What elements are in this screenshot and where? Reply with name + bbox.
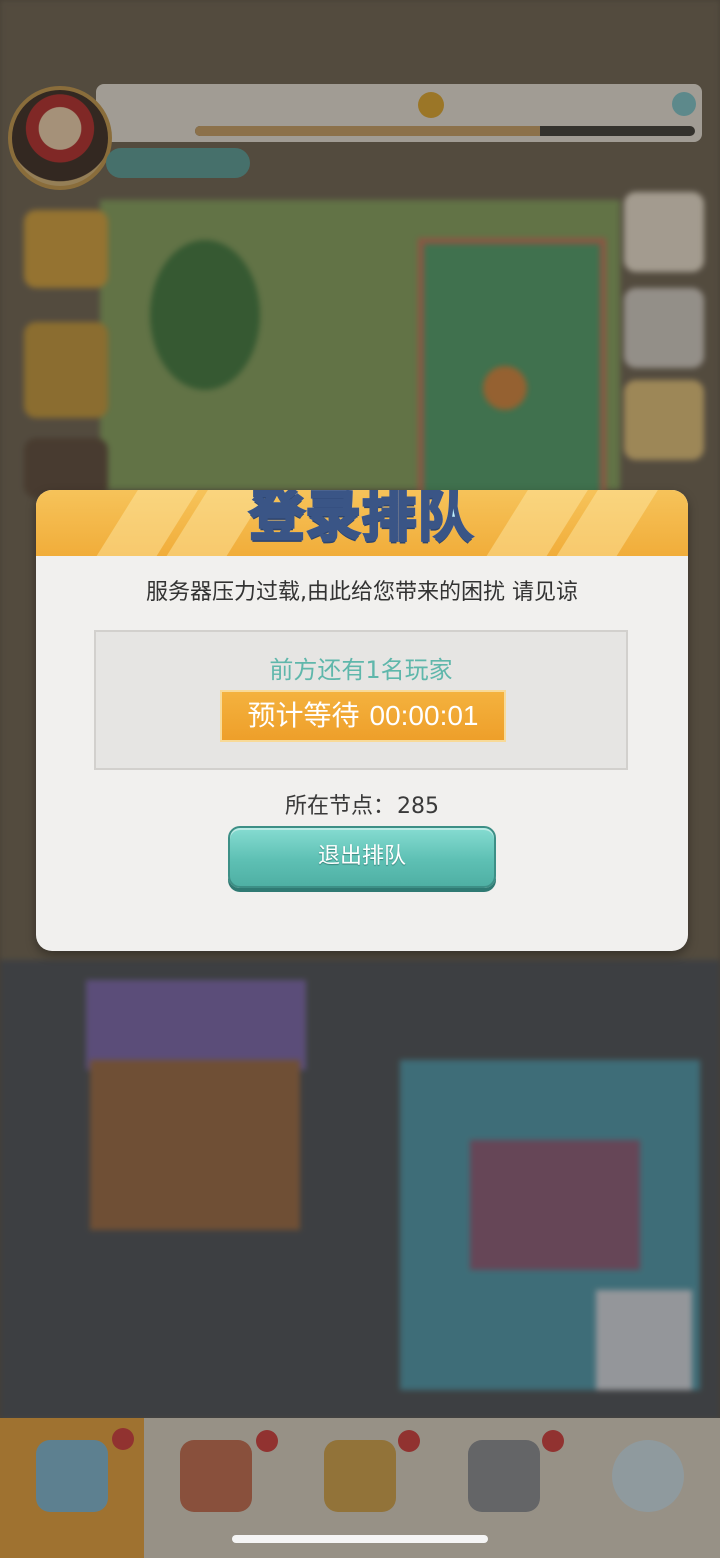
estimated-wait: 预计等待 00:00:01 bbox=[222, 692, 504, 740]
login-queue-dialog: 登录排队 服务器压力过载,由此给您带来的困扰 请见谅 前方还有1名玩家 预计等待… bbox=[36, 490, 688, 951]
queue-ahead-text: 前方还有1名玩家 bbox=[269, 656, 453, 684]
exit-queue-button[interactable]: 退出排队 bbox=[228, 826, 496, 888]
node-label: 所在节点： bbox=[284, 794, 395, 819]
dialog-message: 服务器压力过载,由此给您带来的困扰 请见谅 bbox=[146, 580, 578, 605]
dialog-title: 登录排队 bbox=[36, 490, 688, 551]
node-value: 285 bbox=[397, 794, 439, 819]
server-node: 所在节点：285 bbox=[36, 788, 688, 820]
wait-time: 00:00:01 bbox=[369, 700, 479, 731]
wait-label: 预计等待 bbox=[247, 699, 360, 732]
home-indicator[interactable] bbox=[232, 1535, 488, 1543]
queue-status-box: 前方还有1名玩家 预计等待 00:00:01 bbox=[94, 630, 628, 770]
